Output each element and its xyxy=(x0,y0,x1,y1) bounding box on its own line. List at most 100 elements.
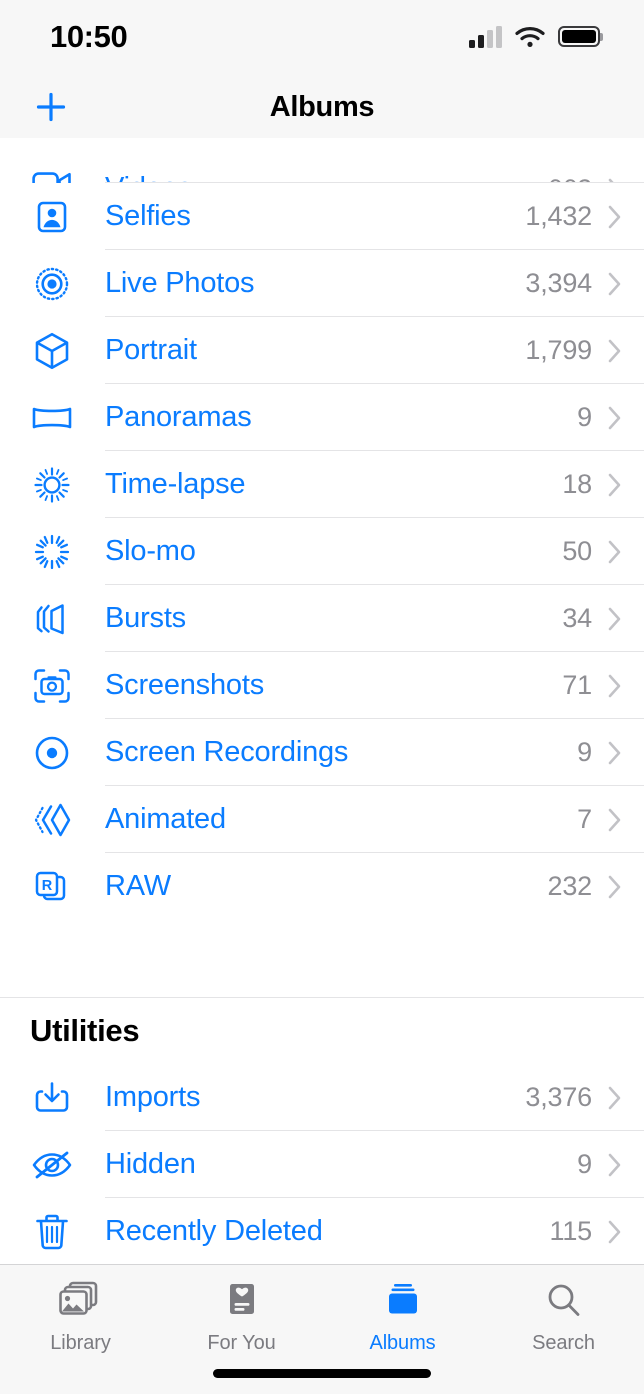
list-item-label: Slo-mo xyxy=(105,535,196,567)
list-item-trailing: 71 xyxy=(562,670,622,701)
photos-albums-screen: 10:50 Albums Selfies 1,432 Live Photos 3… xyxy=(0,0,644,1394)
chevron-right-icon xyxy=(608,272,621,295)
list-item-label: Selfies xyxy=(105,200,191,232)
record-dot-icon xyxy=(28,731,76,775)
chevron-right-icon xyxy=(608,406,621,429)
list-item-trailing: 3,376 xyxy=(525,1082,622,1113)
list-item-trailing: 115 xyxy=(550,1216,622,1247)
list-item-count: 3,376 xyxy=(525,1082,592,1112)
chevron-right-icon xyxy=(608,607,621,630)
list-item-count: 34 xyxy=(562,603,592,633)
list-item-count: 662 xyxy=(548,174,593,183)
chevron-right-icon xyxy=(608,741,621,764)
list-item-label: Screen Recordings xyxy=(105,736,349,768)
list-item-count: 18 xyxy=(562,469,592,499)
tab-for-you[interactable]: For You xyxy=(161,1279,322,1355)
page-title: Albums xyxy=(269,90,375,123)
chevron-right-icon xyxy=(608,808,621,831)
list-item-count: 1,799 xyxy=(525,335,592,365)
video-camera-icon xyxy=(28,161,76,183)
chevron-right-icon xyxy=(608,1220,621,1243)
list-item-count: 232 xyxy=(547,871,593,901)
screenshot-camera-icon xyxy=(28,664,76,708)
list-item-live-photos[interactable]: Live Photos 3,394 xyxy=(0,250,644,317)
plus-icon xyxy=(36,92,66,122)
list-item-portrait[interactable]: Portrait 1,799 xyxy=(0,317,644,384)
live-photo-icon xyxy=(28,262,76,306)
navigation-bar: Albums xyxy=(0,76,644,138)
list-item-count: 9 xyxy=(577,737,592,767)
selfie-person-icon xyxy=(28,195,76,239)
list-item-trailing: 50 xyxy=(562,536,622,567)
list-item-count: 50 xyxy=(562,536,592,566)
list-item-label: Animated xyxy=(105,803,226,835)
list-item-raw[interactable]: R RAW 232 xyxy=(0,853,644,920)
list-item-label: Panoramas xyxy=(105,401,252,433)
list-item-label: Bursts xyxy=(105,602,186,634)
list-item-recently-deleted[interactable]: Recently Deleted 115 xyxy=(0,1198,644,1264)
status-bar-indicators xyxy=(469,25,600,51)
cellular-signal-icon xyxy=(469,25,502,48)
list-item-label: Live Photos xyxy=(105,267,255,299)
list-item-animated[interactable]: Animated 7 xyxy=(0,786,644,853)
list-item-label: Portrait xyxy=(105,334,197,366)
chevron-right-icon xyxy=(608,473,621,496)
import-download-icon xyxy=(28,1076,76,1120)
list-item-imports[interactable]: Imports 3,376 xyxy=(0,1064,644,1131)
tab-albums[interactable]: Albums xyxy=(322,1279,483,1355)
list-item-trailing: 9 xyxy=(577,1149,622,1180)
slomo-icon xyxy=(28,530,76,574)
eye-slash-icon xyxy=(28,1143,76,1187)
for-you-card-icon xyxy=(222,1279,262,1323)
chevron-right-icon xyxy=(608,1153,621,1176)
list-item-trailing: 662 xyxy=(548,174,622,183)
list-item-trailing: 3,394 xyxy=(525,268,622,299)
list-item-label: RAW xyxy=(105,870,171,902)
add-album-button[interactable] xyxy=(30,86,72,128)
tab-library[interactable]: Library xyxy=(0,1279,161,1355)
list-item-screenshots[interactable]: Screenshots 71 xyxy=(0,652,644,719)
list-item-label: Recently Deleted xyxy=(105,1215,323,1247)
chevron-right-icon xyxy=(608,339,621,362)
list-item-trailing: 9 xyxy=(577,402,622,433)
list-item-time-lapse[interactable]: Time-lapse 18 xyxy=(0,451,644,518)
status-bar-time: 10:50 xyxy=(50,18,128,54)
battery-full-icon xyxy=(558,26,600,47)
list-item-count: 9 xyxy=(577,1149,592,1179)
list-item-trailing: 232 xyxy=(548,871,622,902)
panorama-icon xyxy=(28,396,76,440)
list-item-count: 3,394 xyxy=(525,268,592,298)
list-item-trailing: 9 xyxy=(577,737,622,768)
tab-label: For You xyxy=(207,1332,276,1354)
list-item-bursts[interactable]: Bursts 34 xyxy=(0,585,644,652)
raw-badge-icon: R xyxy=(28,865,76,909)
trash-icon xyxy=(28,1210,76,1254)
list-item-count: 9 xyxy=(577,402,592,432)
list-item-count: 7 xyxy=(577,804,592,834)
section-header-utilities: Utilities xyxy=(0,998,644,1064)
albums-list[interactable]: Videos 662 Selfies 1,432 xyxy=(0,138,644,1264)
chevron-right-icon xyxy=(608,875,621,898)
magnifier-icon xyxy=(544,1279,584,1323)
list-item-trailing: 18 xyxy=(562,469,622,500)
list-item-hidden[interactable]: Hidden 9 xyxy=(0,1131,644,1198)
list-item-screen-recordings[interactable]: Screen Recordings 9 xyxy=(0,719,644,786)
list-item-count: 71 xyxy=(562,670,592,700)
bursts-stack-icon xyxy=(28,597,76,641)
cube-icon xyxy=(28,329,76,373)
list-item-trailing: 34 xyxy=(562,603,622,634)
photos-library-icon xyxy=(58,1279,104,1323)
chevron-right-icon xyxy=(608,205,621,228)
list-item-slo-mo[interactable]: Slo-mo 50 xyxy=(0,518,644,585)
list-item-label: Screenshots xyxy=(105,669,264,701)
list-item-trailing: 1,432 xyxy=(525,201,622,232)
svg-text:R: R xyxy=(42,878,53,894)
list-item-panoramas[interactable]: Panoramas 9 xyxy=(0,384,644,451)
list-item-label: Hidden xyxy=(105,1148,196,1180)
animated-chevrons-icon xyxy=(28,798,76,842)
tab-search[interactable]: Search xyxy=(483,1279,644,1355)
wifi-icon xyxy=(515,26,545,48)
albums-stack-icon xyxy=(383,1279,423,1323)
list-item-selfies[interactable]: Selfies 1,432 xyxy=(0,183,644,250)
list-item-videos[interactable]: Videos 662 xyxy=(0,138,644,183)
